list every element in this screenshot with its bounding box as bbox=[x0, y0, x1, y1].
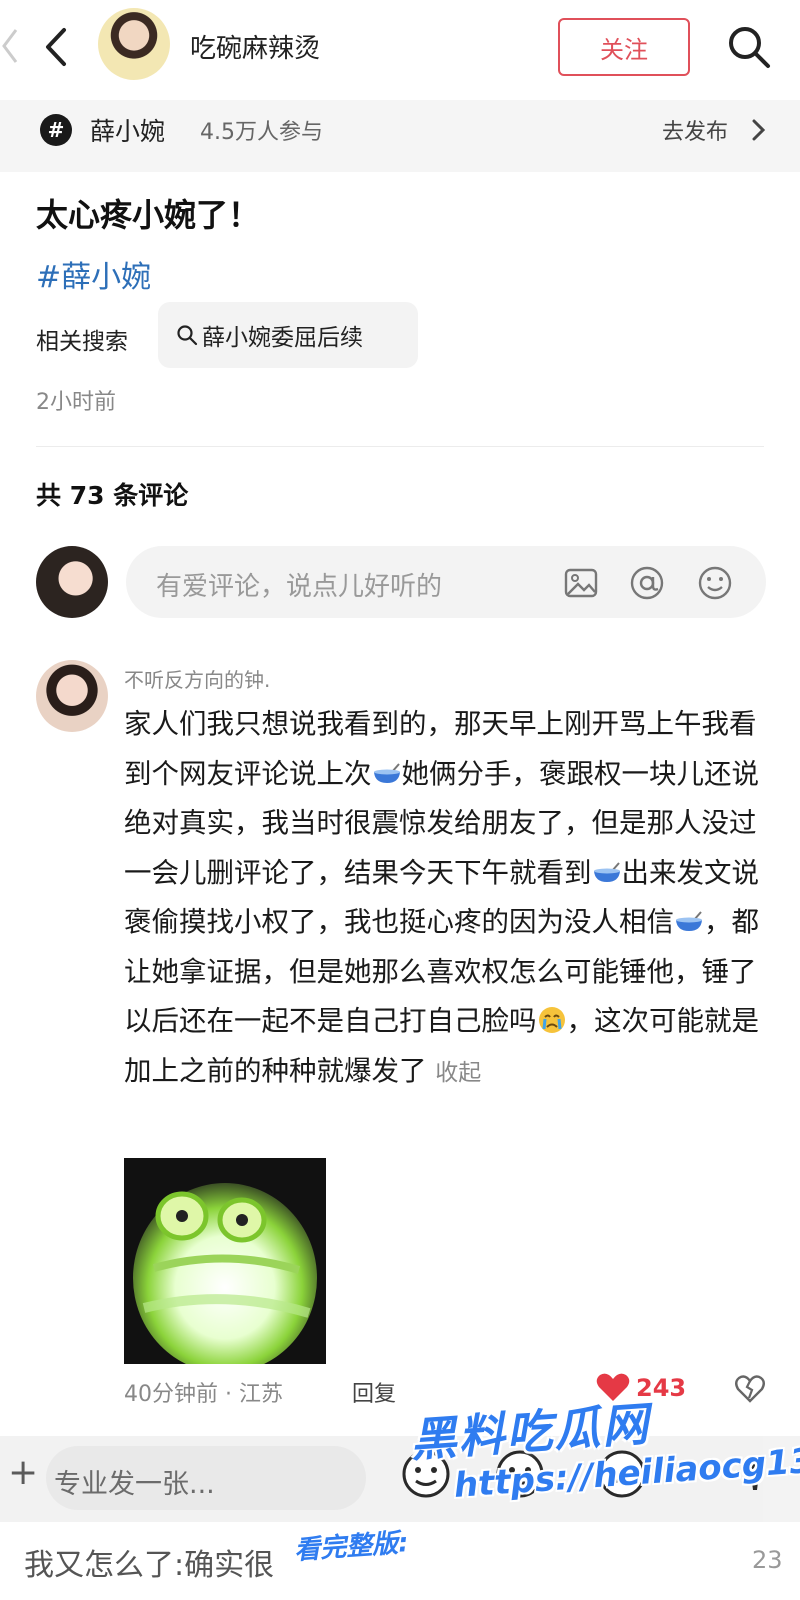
frog-sticker-image[interactable] bbox=[124, 1158, 326, 1364]
search-icon[interactable] bbox=[724, 22, 774, 72]
plus-icon[interactable]: + bbox=[8, 1452, 38, 1493]
chevron-right-icon[interactable] bbox=[748, 118, 768, 142]
post-time: 2小时前 bbox=[36, 390, 116, 415]
magnifier-icon bbox=[177, 325, 198, 346]
comment-input-placeholder: 有爱评论，说点儿好听的 bbox=[156, 572, 443, 602]
post-hashtag[interactable]: #薛小婉 bbox=[36, 252, 151, 296]
related-search-query: 薛小婉委屈后续 bbox=[202, 325, 363, 351]
divider bbox=[36, 446, 764, 447]
go-publish-link[interactable]: 去发布 bbox=[662, 114, 728, 146]
reply-input-text: 专业发一张... bbox=[54, 1469, 215, 1500]
collapse-link[interactable]: 收起 bbox=[435, 1060, 481, 1086]
next-comment-like-count: 23 bbox=[752, 1546, 783, 1574]
reply-button[interactable]: 回复 bbox=[352, 1376, 396, 1408]
emoji-icon[interactable] bbox=[696, 564, 734, 602]
comment-input[interactable]: 有爱评论，说点儿好听的 bbox=[126, 546, 766, 618]
my-avatar bbox=[36, 546, 108, 618]
commenter-avatar[interactable] bbox=[36, 660, 108, 732]
dislike-icon[interactable] bbox=[734, 1372, 766, 1404]
at-icon[interactable] bbox=[628, 564, 666, 602]
account-avatar[interactable] bbox=[98, 8, 170, 80]
comment-count: 共 73 条评论 bbox=[36, 481, 189, 510]
topic-participants: 4.5万人参与 bbox=[200, 120, 323, 145]
comment-body: 家人们我只想说我看到的，那天早上刚开骂上午我看到个网友评论说上次 她俩分手，褒跟权… bbox=[124, 700, 764, 1098]
topic-name[interactable]: 薛小婉 bbox=[90, 112, 165, 148]
top-bar: 吃碗麻辣烫 关注 bbox=[0, 0, 800, 100]
comment-time-location: 40分钟前 · 江苏 bbox=[124, 1382, 283, 1407]
next-comment-text: 我又怎么了:确实很 bbox=[24, 1548, 275, 1583]
related-search-label: 相关搜索 bbox=[36, 329, 128, 355]
bowl-emoji-icon bbox=[373, 762, 400, 783]
crying-emoji-icon bbox=[538, 1007, 565, 1033]
watermark-subtitle: 看完整版: bbox=[293, 1528, 410, 1566]
post-title: 太心疼小婉了！ bbox=[36, 196, 261, 234]
image-icon[interactable] bbox=[562, 564, 600, 602]
topic-hash-icon: # bbox=[40, 114, 72, 146]
commenter-username[interactable]: 不听反方向的钟. bbox=[124, 664, 270, 693]
bowl-emoji-icon bbox=[676, 911, 702, 931]
bowl-emoji-icon bbox=[593, 861, 620, 882]
edge-back-icon[interactable] bbox=[0, 26, 20, 66]
follow-button[interactable]: 关注 bbox=[558, 18, 690, 76]
account-name[interactable]: 吃碗麻辣烫 bbox=[190, 28, 320, 65]
topic-bar[interactable]: # 薛小婉 4.5万人参与 去发布 bbox=[0, 100, 800, 172]
related-search-chip[interactable]: 薛小婉委屈后续 bbox=[158, 302, 418, 368]
back-icon[interactable] bbox=[36, 22, 76, 72]
reply-input[interactable]: 专业发一张... bbox=[46, 1446, 366, 1510]
